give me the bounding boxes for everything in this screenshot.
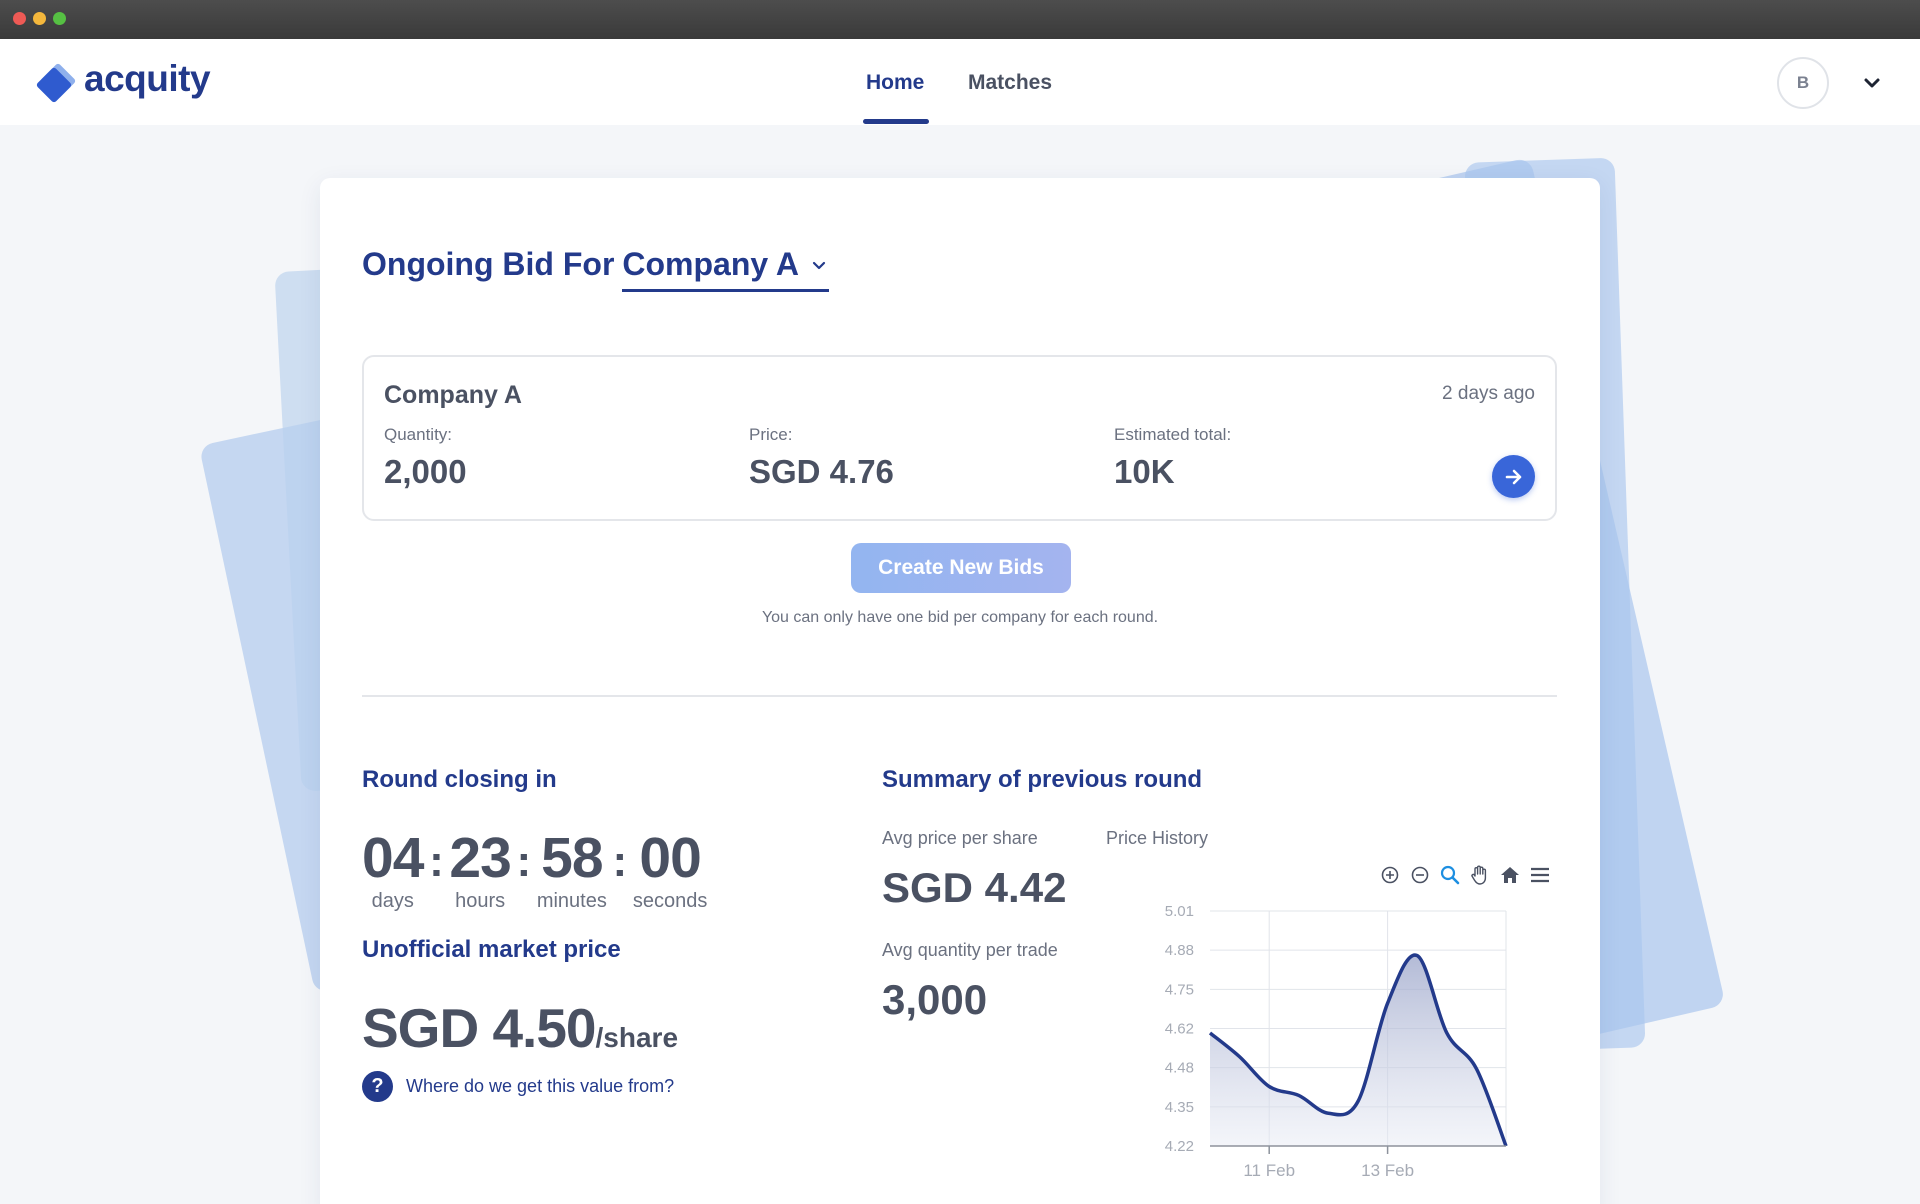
y-tick-label: 4.22 — [1165, 1138, 1194, 1155]
countdown-hours-label: hours — [455, 890, 506, 912]
countdown-minutes: 58 minutes — [537, 828, 607, 913]
maximize-window-button[interactable] — [53, 12, 66, 25]
avg-price-label: Avg price per share — [882, 828, 1038, 848]
page-title: Ongoing Bid For Company A — [362, 246, 829, 292]
help-link-text: Where do we get this value from? — [406, 1076, 675, 1096]
market-price-title: Unofficial market price — [362, 936, 621, 963]
countdown-minutes-label: minutes — [536, 890, 607, 912]
countdown-hours-value: 23 — [449, 826, 511, 890]
chevron-down-icon — [812, 261, 826, 269]
countdown-separator: : — [612, 837, 628, 886]
price-history-chart: 5.01 4.88 4.75 4.62 4.48 4.35 4.22 11 Feb 13 Feb — [1165, 903, 1508, 1176]
nav-matches[interactable]: Matches — [968, 71, 1052, 95]
countdown-days: 04 days — [362, 826, 424, 913]
bid-price-value: SGD 4.76 — [749, 453, 894, 490]
y-tick-label: 4.75 — [1165, 981, 1194, 998]
avg-quantity-label: Avg quantity per trade — [882, 940, 1058, 960]
active-nav-indicator — [863, 119, 929, 124]
bid-limit-note: You can only have one bid per company fo… — [761, 609, 1159, 626]
view-bid-button[interactable] — [1492, 455, 1535, 498]
y-tick-label: 4.35 — [1165, 1099, 1194, 1116]
logo-diamond-icon — [36, 63, 76, 103]
user-avatar[interactable]: B — [1777, 57, 1829, 109]
acquity-logo[interactable]: acquity — [36, 58, 211, 105]
bid-total-label: Estimated total: — [1114, 425, 1232, 444]
countdown-seconds-label: seconds — [632, 890, 708, 912]
top-navbar: acquity Home Matches B — [0, 39, 1920, 125]
bid-price: Price: SGD 4.76 — [749, 425, 894, 491]
page-title-prefix: Ongoing Bid For — [362, 246, 615, 282]
countdown-days-value: 04 — [362, 826, 424, 890]
countdown-seconds-value: 00 — [639, 826, 701, 890]
market-price-value: SGD 4.50 — [362, 997, 597, 1059]
countdown-separator: : — [429, 837, 444, 886]
countdown-separator: : — [516, 837, 532, 886]
company-selector-label: Company A — [622, 246, 799, 282]
main-card: Ongoing Bid For Company A Company A 2 da… — [320, 178, 1600, 1204]
close-window-button[interactable] — [13, 12, 26, 25]
current-bid-card: Company A 2 days ago Quantity: 2,000 Pri… — [362, 355, 1557, 521]
chart-title: Price History — [1106, 828, 1209, 848]
help-question-icon: ? — [362, 1071, 393, 1102]
bid-quantity: Quantity: 2,000 — [384, 425, 467, 491]
avg-quantity-value: 3,000 — [882, 976, 988, 1023]
y-tick-label: 4.88 — [1165, 942, 1194, 959]
x-tick-label: 11 Feb — [1243, 1161, 1295, 1176]
arrow-right-icon — [1505, 469, 1521, 484]
market-price: SGD 4.50 /share — [362, 996, 678, 1060]
account-chevron-down-icon[interactable] — [1862, 73, 1882, 93]
countdown-days-label: days — [371, 890, 414, 912]
market-price-help-link[interactable]: ? Where do we get this value from? — [362, 1071, 674, 1102]
y-tick-label: 4.48 — [1165, 1060, 1194, 1077]
bid-timestamp: 2 days ago — [1442, 383, 1535, 404]
menu-icon[interactable] — [1528, 863, 1552, 887]
minimize-window-button[interactable] — [33, 12, 46, 25]
round-closing-title: Round closing in — [362, 766, 557, 793]
logo-text: acquity — [84, 58, 211, 99]
market-price-unit: /share — [595, 1022, 679, 1053]
countdown-timer: 04 days : 23 hours : 58 minutes : 00 sec… — [362, 828, 707, 913]
bid-total-value: 10K — [1114, 453, 1175, 490]
bid-quantity-label: Quantity: — [384, 425, 453, 444]
create-new-bids-button[interactable]: Create New Bids — [851, 543, 1071, 593]
countdown-hours: 23 hours — [449, 826, 511, 913]
y-tick-label: 5.01 — [1165, 903, 1194, 920]
y-tick-label: 4.62 — [1165, 1021, 1194, 1038]
bid-price-label: Price: — [749, 425, 793, 444]
avg-price-value: SGD 4.42 — [882, 864, 1067, 911]
nav-home[interactable]: Home — [866, 71, 924, 95]
section-divider — [362, 695, 1557, 697]
window-titlebar — [0, 0, 1920, 39]
bid-total: Estimated total: 10K — [1114, 425, 1231, 491]
countdown-minutes-value: 58 — [541, 826, 603, 890]
bid-quantity-value: 2,000 — [384, 453, 467, 490]
x-tick-label: 13 Feb — [1361, 1161, 1414, 1176]
summary-title: Summary of previous round — [882, 766, 1203, 793]
bid-company-name: Company A — [384, 381, 522, 409]
company-selector[interactable]: Company A — [622, 246, 829, 292]
countdown-seconds: 00 seconds — [633, 828, 708, 913]
